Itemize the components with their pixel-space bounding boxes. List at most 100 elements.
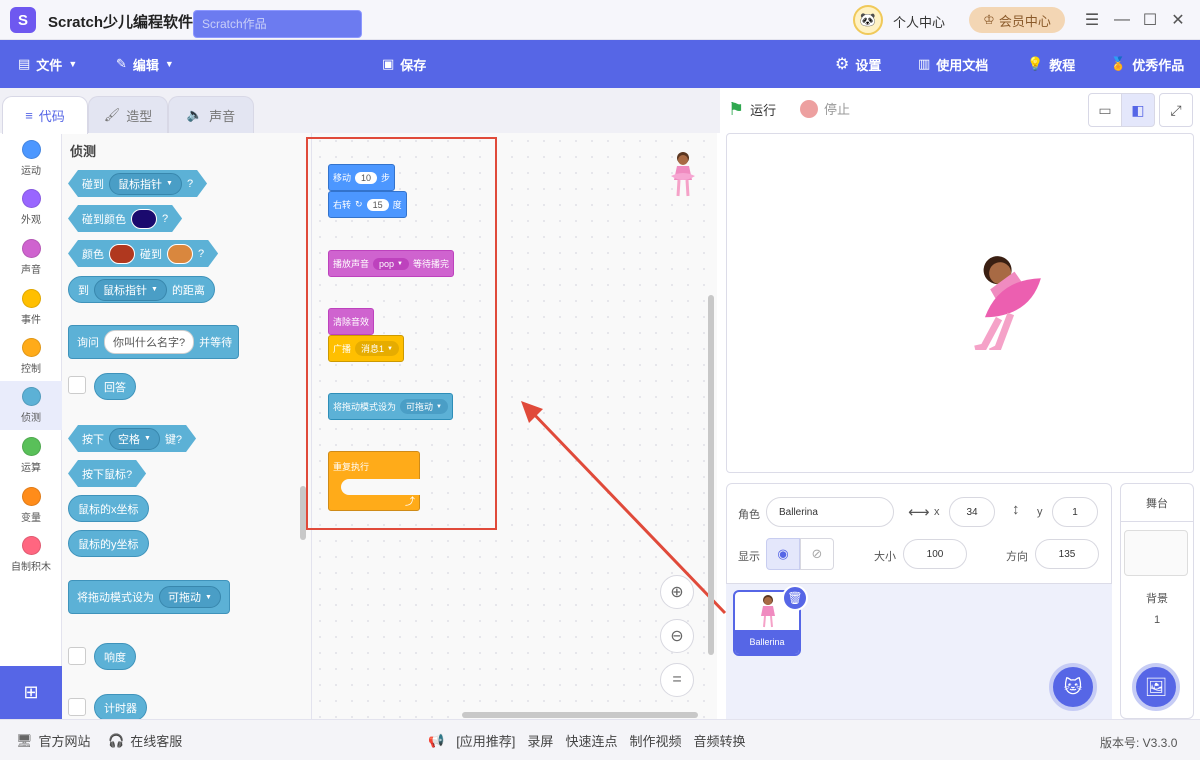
category-sound[interactable]: 声音 <box>0 233 62 282</box>
project-name-input[interactable] <box>193 10 362 38</box>
vip-center-button[interactable]: ♔ 会员中心 <box>969 7 1065 33</box>
zoom-out-icon: ⊖ <box>670 628 684 645</box>
block-timer[interactable]: 计时器 <box>94 694 147 721</box>
x-input[interactable]: 34 <box>949 497 995 527</box>
settings-button[interactable]: ⚙ 设置 <box>835 40 881 88</box>
y-label: y <box>1037 506 1043 518</box>
quick-link[interactable]: 快速连点 <box>565 731 617 750</box>
block-distance[interactable]: 到 鼠标指针 ▼ 的距离 <box>68 276 215 303</box>
record-link[interactable]: 录屏 <box>527 731 553 750</box>
category-control[interactable]: 控制 <box>0 332 62 381</box>
ask-text-field[interactable]: 你叫什么名字? <box>104 330 195 354</box>
distance-dropdown[interactable]: 鼠标指针 ▼ <box>94 278 167 301</box>
save-icon: ▣ <box>382 56 395 71</box>
stage-thumbnail[interactable] <box>1124 530 1188 576</box>
category-my-blocks[interactable]: 自制积木 <box>0 530 62 579</box>
drag-mode-dropdown[interactable]: 可拖动 ▼ <box>159 586 221 608</box>
add-sprite-button[interactable]: 🐱 <box>1049 663 1097 711</box>
stop-icon <box>800 99 818 118</box>
key-dropdown[interactable]: 空格 ▼ <box>109 428 160 450</box>
brush-icon: 🖌 <box>103 107 121 122</box>
minimize-icon[interactable]: — <box>1112 10 1132 30</box>
save-button[interactable]: ▣ 保存 <box>382 40 426 88</box>
tab-costume[interactable]: 🖌 造型 <box>88 96 168 133</box>
category-label: 控制 <box>21 364 41 375</box>
script-scrollbar-horizontal[interactable] <box>462 712 698 718</box>
category-dot-icon <box>21 189 41 208</box>
avatar[interactable]: 🐼 <box>853 5 883 35</box>
settings-label: 设置 <box>855 57 882 73</box>
color-swatch[interactable] <box>167 244 193 264</box>
zoom-out-button[interactable]: ⊖ <box>660 619 694 653</box>
horizontal-arrows-icon: ⟷ <box>908 504 930 521</box>
stop-button[interactable]: 停止 <box>800 99 850 118</box>
block-touching-color[interactable]: 碰到颜色 ? <box>68 205 182 232</box>
block-text: 的距离 <box>171 284 205 297</box>
show-sprite-button[interactable]: ◉ <box>766 538 800 570</box>
category-operators[interactable]: 运算 <box>0 431 62 480</box>
block-mouse-down[interactable]: 按下鼠标? <box>68 460 146 487</box>
color-swatch[interactable] <box>109 244 135 264</box>
touching-dropdown[interactable]: 鼠标指针 ▼ <box>109 173 182 195</box>
block-text: 回答 <box>104 381 126 394</box>
block-loudness[interactable]: 响度 <box>94 643 136 670</box>
close-icon[interactable]: ✕ <box>1168 10 1188 30</box>
fullscreen-button[interactable]: ⤢ <box>1159 93 1193 127</box>
block-text: 键? <box>164 433 183 446</box>
cat-plus-icon: 🐱 <box>1063 676 1083 697</box>
category-events[interactable]: 事件 <box>0 283 62 332</box>
size-input[interactable]: 100 <box>903 539 967 569</box>
block-answer[interactable]: 回答 <box>94 373 136 400</box>
make-video-link[interactable]: 制作视频 <box>629 731 681 750</box>
add-extension-button[interactable]: ⊞ <box>0 666 62 719</box>
script-scrollbar-vertical[interactable] <box>708 295 714 655</box>
vip-center-label: 会员中心 <box>998 13 1051 29</box>
zoom-in-button[interactable]: ⊕ <box>660 575 694 609</box>
delete-sprite-button[interactable]: 🗑 <box>782 585 808 611</box>
category-motion[interactable]: 运动 <box>0 134 62 183</box>
loudness-checkbox[interactable] <box>68 647 86 665</box>
dropdown-value: 空格 <box>118 433 140 446</box>
block-color-touching[interactable]: 颜色 碰到 ? <box>68 240 218 267</box>
website-link[interactable]: 🖥 官方网站 <box>16 731 91 750</box>
medal-icon: 🏅 <box>1110 56 1127 71</box>
tutorial-button[interactable]: 💡 教程 <box>1027 40 1075 88</box>
personal-center-link[interactable]: 个人中心 <box>893 12 945 31</box>
category-looks[interactable]: 外观 <box>0 183 62 232</box>
edit-menu[interactable]: ✎ 编辑 ▼ <box>116 40 174 88</box>
size-label: 大小 <box>874 551 896 563</box>
block-key-pressed[interactable]: 按下 空格 ▼ 键? <box>68 425 196 452</box>
support-link[interactable]: 🎧 在线客服 <box>108 731 182 750</box>
category-variables[interactable]: 变量 <box>0 481 62 530</box>
maximize-icon[interactable]: ☐ <box>1140 10 1160 30</box>
showcase-button[interactable]: 🏅 优秀作品 <box>1110 40 1184 88</box>
audio-convert-link[interactable]: 音频转换 <box>693 731 745 750</box>
tab-sound[interactable]: 🔈 声音 <box>168 96 254 133</box>
category-dot-icon <box>21 387 41 406</box>
sprite-name-input[interactable]: Ballerina <box>766 497 894 527</box>
color-swatch[interactable] <box>131 209 157 229</box>
block-set-drag-mode[interactable]: 将拖动模式设为 可拖动 ▼ <box>68 580 230 614</box>
block-touching[interactable]: 碰到 鼠标指针 ▼ ? <box>68 170 207 197</box>
block-mouse-y[interactable]: 鼠标的y坐标 <box>68 530 149 557</box>
run-button[interactable]: ⚑ 运行 <box>728 99 776 120</box>
timer-checkbox[interactable] <box>68 698 86 716</box>
normal-stage-button[interactable]: ◧ <box>1121 93 1155 127</box>
block-mouse-x[interactable]: 鼠标的x坐标 <box>68 495 149 522</box>
menu-icon[interactable]: ☰ <box>1082 10 1102 30</box>
category-sensing[interactable]: 侦测 <box>0 381 62 430</box>
tab-code[interactable]: ≡ 代码 <box>2 96 88 134</box>
add-backdrop-button[interactable]: 🖼 <box>1132 663 1180 711</box>
answer-checkbox[interactable] <box>68 376 86 394</box>
small-stage-button[interactable]: ▭ <box>1088 93 1122 127</box>
ballerina-sprite[interactable] <box>935 250 1045 350</box>
docs-button[interactable]: ▥ 使用文档 <box>918 40 988 88</box>
y-input[interactable]: 1 <box>1052 497 1098 527</box>
hide-sprite-button[interactable]: ⊘ <box>800 538 834 570</box>
block-text: 计时器 <box>104 702 137 715</box>
backdrops-count: 1 <box>1153 614 1161 626</box>
zoom-reset-button[interactable]: = <box>660 663 694 697</box>
file-menu[interactable]: ▤ 文件 ▼ <box>18 40 77 88</box>
direction-input[interactable]: 135 <box>1035 539 1099 569</box>
block-ask-and-wait[interactable]: 询问 你叫什么名字? 并等待 <box>68 325 240 359</box>
